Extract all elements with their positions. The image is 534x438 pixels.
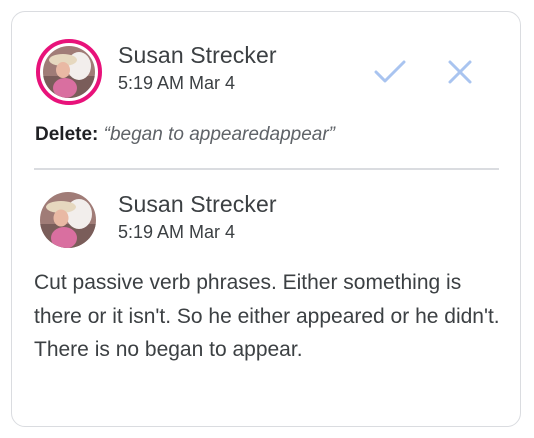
reply-body: Cut passive verb phrases. Either somethi… (34, 271, 500, 361)
divider (34, 168, 499, 170)
close-icon (448, 60, 472, 84)
author-avatar (36, 39, 102, 105)
suggestion-deleted-text: “began to appearedappear” (103, 124, 335, 145)
checkmark-icon (374, 60, 406, 83)
avatar-image (43, 46, 95, 98)
suggestion-timestamp: 5:19 AM Mar 4 (118, 73, 236, 93)
reply-author: Susan Strecker (118, 191, 277, 217)
suggestion-author: Susan Strecker (118, 42, 277, 68)
reply-author-avatar (40, 192, 96, 248)
reply-timestamp: 5:19 AM Mar 4 (118, 222, 236, 242)
reject-suggestion-button[interactable] (440, 52, 480, 92)
avatar-image (40, 192, 96, 248)
suggestion-action-label: Delete: (35, 124, 99, 145)
suggestion-card[interactable]: Susan Strecker 5:19 AM Mar 4 Delete: “be… (11, 11, 521, 427)
accept-suggestion-button[interactable] (370, 52, 410, 92)
suggestion-detail: Delete: “began to appearedappear” (35, 124, 335, 146)
